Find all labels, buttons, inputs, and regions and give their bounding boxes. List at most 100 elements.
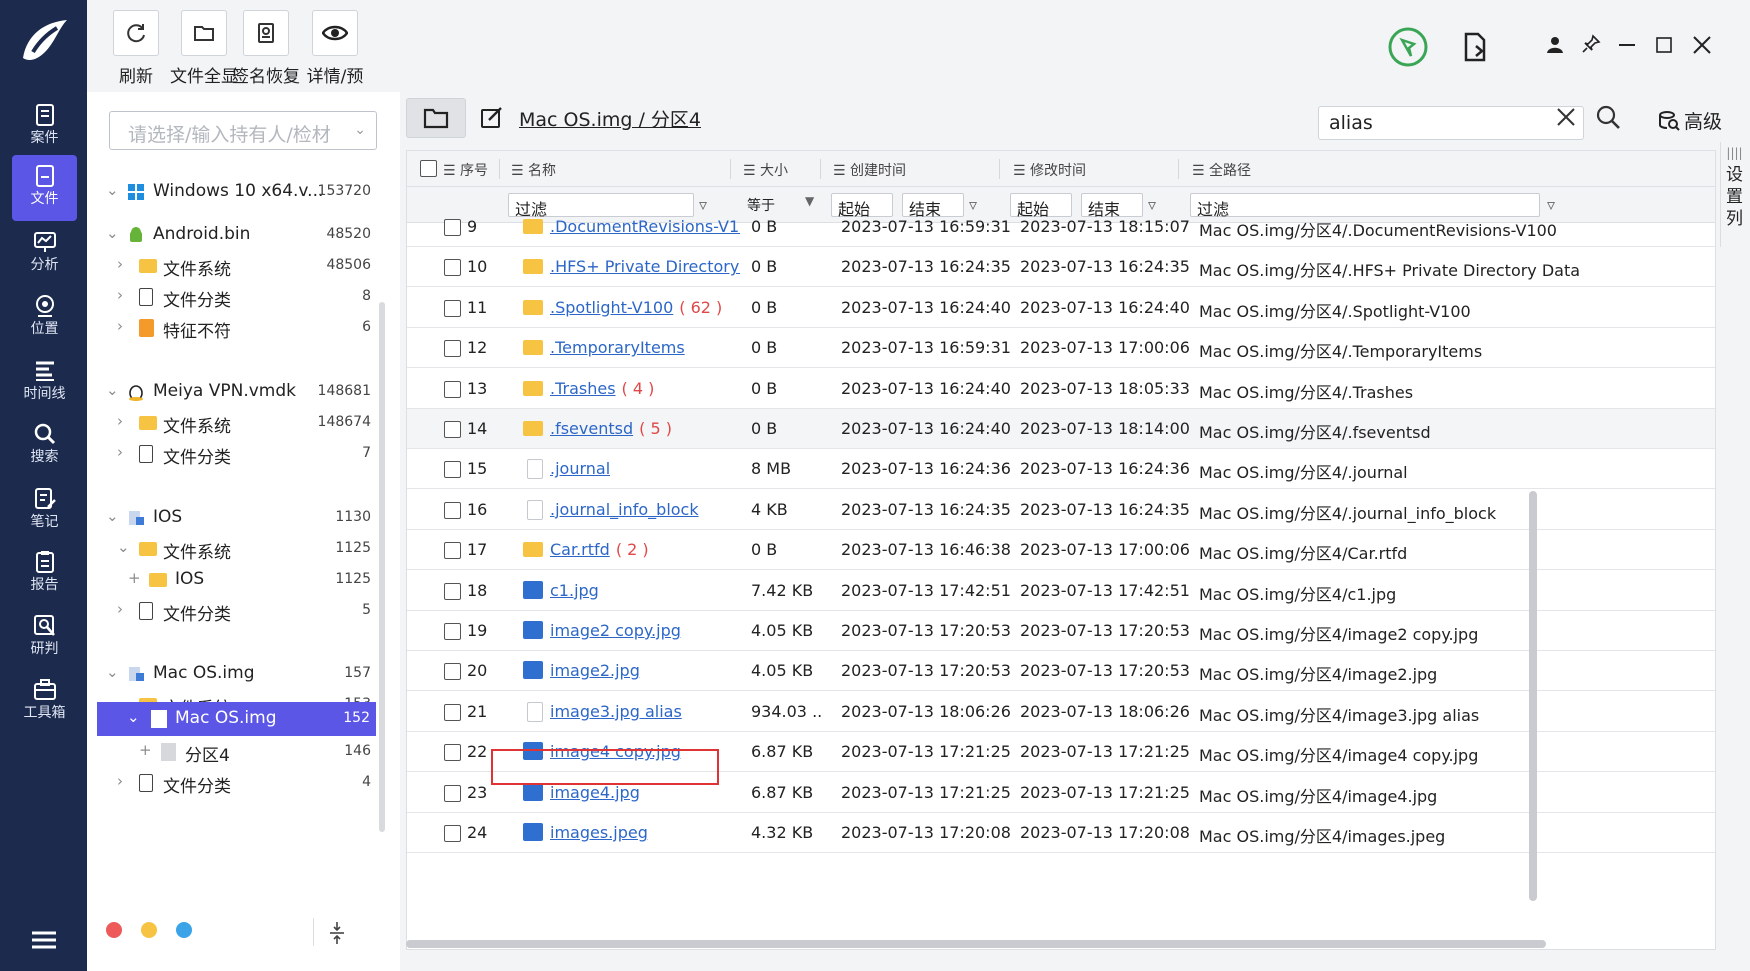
table-row[interactable]: 19 image2 copy.jpg 4.05 KB 2023-07-13 17:20… <box>407 611 1715 651</box>
table-row[interactable]: 10 .HFS+ Private Directory Dat 0 B 2023-07-… <box>407 247 1715 288</box>
nav-notes[interactable]: 笔记 <box>12 478 77 544</box>
file-name-link[interactable]: .journal_info_block <box>550 500 699 519</box>
nav-toolbox[interactable]: 工具箱 <box>12 669 77 735</box>
expand-toggle-icon[interactable]: › <box>117 317 123 335</box>
table-row[interactable]: 12 .TemporaryItems 0 B 2023-07-13 16:59:31 2… <box>407 328 1715 369</box>
collapse-toggle-icon[interactable]: ⌄ <box>106 381 119 399</box>
column-header-seq[interactable]: ☰ 序号 <box>443 160 488 180</box>
tree-node-windows[interactable]: ⌄ Windows 10 x64.v... 153720 <box>87 175 377 209</box>
collapse-toggle-icon[interactable]: ⌄ <box>106 663 119 681</box>
expand-toggle-icon[interactable]: › <box>117 772 123 790</box>
collapse-toggle-icon[interactable]: ⌄ <box>117 538 130 556</box>
tree-node-macos[interactable]: ⌄ Mac OS.img 157 <box>87 657 377 691</box>
nav-location[interactable]: 位置 <box>12 285 77 351</box>
file-name-link[interactable]: c1.jpg <box>550 581 599 600</box>
signature-recover-button[interactable]: 签名恢复 <box>232 10 300 87</box>
expand-plus-icon[interactable]: + <box>139 741 152 759</box>
holder-select[interactable]: 请选择/输入持有人/检材 ⌄ <box>109 111 377 150</box>
table-row[interactable]: 9 .DocumentRevisions-V100 0 B 2023-07-13 16… <box>407 207 1715 247</box>
tree-node-android-class[interactable]: › 文件分类 8 <box>87 280 377 314</box>
tree-node-ios-class[interactable]: › 文件分类 5 <box>87 594 377 628</box>
column-settings-tab[interactable]: |||| 设置列 <box>1720 142 1748 247</box>
status-ok-icon[interactable] <box>1387 26 1429 68</box>
row-checkbox[interactable] <box>444 582 461 600</box>
nav-search[interactable]: 搜索 <box>12 413 77 479</box>
maximize-icon[interactable] <box>1656 37 1672 53</box>
collapse-toggle-icon[interactable]: ⌄ <box>106 224 119 242</box>
expand-toggle-icon[interactable]: › <box>117 600 123 618</box>
tree-node-vpn-fs[interactable]: › 文件系统 148674 <box>87 406 377 440</box>
table-row[interactable]: 24 images.jpeg 4.32 KB 2023-07-13 17:20:08 2… <box>407 813 1715 853</box>
yellow-dot-filter[interactable] <box>141 922 157 938</box>
expand-plus-icon[interactable]: + <box>128 569 141 587</box>
tree-node-android[interactable]: ⌄ Android.bin 48520 <box>87 218 377 252</box>
table-row[interactable]: 11 .Spotlight-V100 ( 62 ) 0 B 2023-07-13 16:… <box>407 288 1715 328</box>
column-divider[interactable] <box>999 159 1000 179</box>
column-header-modified[interactable]: ☰ 修改时间 <box>1013 160 1086 180</box>
table-row[interactable]: 21 image3.jpg alias 934.03 ... 2023-07-13 1… <box>407 692 1715 732</box>
expand-toggle-icon[interactable]: › <box>117 443 123 461</box>
file-name-link[interactable]: .fseventsd <box>550 419 633 438</box>
column-divider[interactable] <box>1178 159 1179 179</box>
collapse-toggle-icon[interactable]: ⌄ <box>106 181 119 199</box>
tree-node-ios-folder[interactable]: + IOS 1125 <box>87 563 377 597</box>
row-checkbox[interactable] <box>444 461 461 479</box>
file-name-link[interactable]: .DocumentRevisions-V100 <box>550 217 740 236</box>
row-checkbox[interactable] <box>444 825 461 842</box>
tree-node-macos-class[interactable]: › 文件分类 4 <box>87 766 377 800</box>
row-checkbox[interactable] <box>444 501 461 519</box>
nav-timeline[interactable]: 时间线 <box>12 350 77 416</box>
red-dot-filter[interactable] <box>106 922 122 938</box>
row-checkbox[interactable] <box>444 219 461 236</box>
table-row[interactable]: 15 .journal 8 MB 2023-07-13 16:24:36 2023-07… <box>407 449 1715 490</box>
file-name-link[interactable]: images.jpeg <box>550 823 648 842</box>
column-header-name[interactable]: ☰ 名称 <box>511 160 556 180</box>
tree-node-vpn-class[interactable]: › 文件分类 7 <box>87 437 377 471</box>
search-icon[interactable] <box>1595 104 1621 130</box>
tree-node-macos-img-selected[interactable]: ⌄ Mac OS.img 152 <box>97 702 376 736</box>
nav-report[interactable]: 报告 <box>12 541 77 607</box>
row-checkbox[interactable] <box>444 340 461 358</box>
expand-toggle-icon[interactable]: › <box>117 255 123 273</box>
table-row[interactable]: 16 .journal_info_block 4 KB 2023-07-13 16:2… <box>407 490 1715 530</box>
minimize-icon[interactable] <box>1619 44 1635 46</box>
file-name-link[interactable]: .HFS+ Private Directory Dat <box>550 257 740 276</box>
file-name-link[interactable]: Car.rtfd <box>550 540 610 559</box>
blue-dot-filter[interactable] <box>176 922 192 938</box>
expand-toggle-icon[interactable]: › <box>117 286 123 304</box>
tree-node-ios[interactable]: ⌄ IOS 1130 <box>87 501 377 535</box>
file-name-link[interactable]: .TemporaryItems <box>550 338 685 357</box>
row-checkbox[interactable] <box>444 744 461 762</box>
column-header-created[interactable]: ☰ 创建时间 <box>833 160 906 180</box>
row-checkbox[interactable] <box>444 784 461 802</box>
refresh-button[interactable]: 刷新 <box>113 10 159 87</box>
row-checkbox[interactable] <box>444 703 461 721</box>
table-row[interactable]: 20 image2.jpg 4.05 KB 2023-07-13 17:20:53 20… <box>407 651 1715 692</box>
tree-node-android-fs[interactable]: › 文件系统 48506 <box>87 249 377 283</box>
table-row[interactable]: 18 c1.jpg 7.42 KB 2023-07-13 17:42:51 2023-0… <box>407 571 1715 611</box>
close-icon[interactable] <box>1693 36 1711 54</box>
collapse-toggle-icon[interactable]: ⌄ <box>106 507 119 525</box>
search-input[interactable] <box>1329 111 1519 135</box>
tree-node-partition4[interactable]: + 分区4 146 <box>87 735 377 769</box>
row-checkbox[interactable] <box>444 623 461 640</box>
edit-icon[interactable] <box>480 106 504 130</box>
row-checkbox[interactable] <box>444 663 461 681</box>
nav-file[interactable]: 文件 <box>12 155 77 221</box>
collapse-toggle-icon[interactable]: ⌄ <box>127 708 140 726</box>
column-divider[interactable] <box>499 159 500 179</box>
row-checkbox[interactable] <box>444 542 461 560</box>
table-row[interactable]: 17 Car.rtfd ( 2 ) 0 B 2023-07-13 16:46:38 202… <box>407 530 1715 571</box>
nav-judge[interactable]: 研判 <box>12 605 77 671</box>
tree-node-vpn[interactable]: ⌄ Meiya VPN.vmdk 148681 <box>87 375 377 409</box>
nav-case[interactable]: 案件 <box>12 94 77 160</box>
file-name-link[interactable]: .Trashes <box>550 379 616 398</box>
expand-toggle-icon[interactable]: › <box>117 412 123 430</box>
select-all-checkbox[interactable] <box>420 160 437 177</box>
row-checkbox[interactable] <box>444 421 461 438</box>
file-name-link[interactable]: .Spotlight-V100 <box>550 298 673 317</box>
breadcrumb[interactable]: Mac OS.img / 分区4 <box>519 105 701 132</box>
pin-icon[interactable] <box>1581 34 1601 54</box>
file-name-link[interactable]: .journal <box>550 459 610 478</box>
tree-node-android-mismatch[interactable]: › 特征不符 6 <box>87 311 377 345</box>
